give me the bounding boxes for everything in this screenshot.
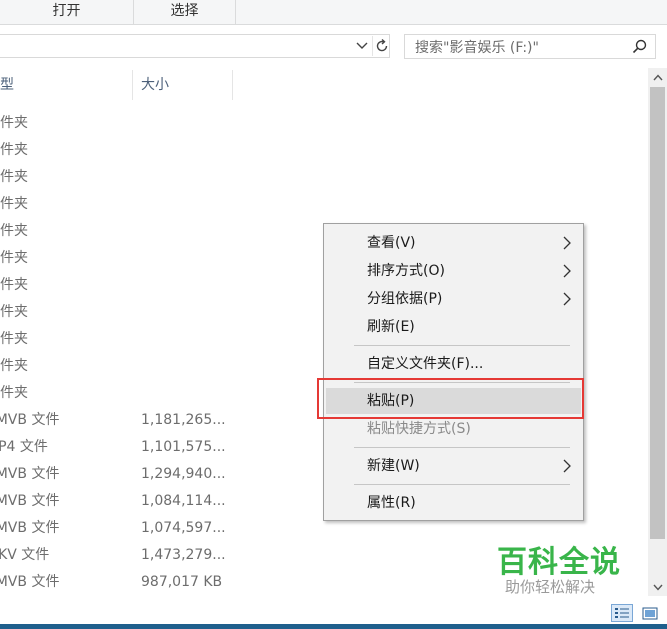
file-type: MKV 文件: [0, 547, 50, 563]
file-row[interactable]: 文件夹: [0, 110, 640, 137]
chevron-right-icon: [563, 459, 571, 473]
menu-item-label: 查看(V): [367, 235, 416, 251]
scroll-up-button[interactable]: [648, 68, 667, 86]
file-size: 1,473,279...: [141, 547, 226, 563]
ribbon-select-group[interactable]: 选择: [134, 0, 236, 24]
file-type: RMVB 文件: [0, 466, 60, 482]
menu-item-properties[interactable]: 属性(R): [326, 490, 581, 516]
address-bar[interactable]: [0, 34, 390, 58]
column-size-label: 大小: [141, 77, 169, 93]
large-icons-view-icon: [642, 607, 658, 619]
menu-separator: [354, 447, 570, 448]
menu-separator: [354, 484, 570, 485]
file-type: RMVB 文件: [0, 412, 60, 428]
chevron-up-icon: [652, 73, 663, 80]
menu-item-sort[interactable]: 排序方式(O): [326, 258, 581, 284]
file-type: 文件夹: [0, 385, 28, 401]
menu-separator: [354, 345, 570, 346]
chevron-right-icon: [563, 292, 571, 306]
file-size: 987,017 KB: [141, 574, 223, 590]
file-row[interactable]: 文件夹: [0, 191, 640, 218]
file-size: 1,074,597...: [141, 520, 226, 536]
ribbon-open-label: 打开: [52, 3, 81, 19]
menu-item-label: 自定义文件夹(F)...: [367, 356, 484, 372]
file-type: 文件夹: [0, 223, 28, 239]
context-menu: 查看(V) 排序方式(O) 分组依据(P) 刷新(E) 自定义文件夹(F)...…: [323, 223, 584, 521]
file-type: 文件夹: [0, 358, 28, 374]
menu-item-label: 分组依据(P): [367, 291, 443, 307]
menu-item-label: 属性(R): [367, 495, 416, 511]
file-size: 1,101,575...: [141, 439, 226, 455]
file-type: 文件夹: [0, 277, 28, 293]
chevron-down-icon: [652, 584, 663, 591]
scroll-thumb[interactable]: [650, 87, 665, 539]
menu-item-paste-shortcut[interactable]: 粘贴快捷方式(S): [326, 416, 581, 442]
chevron-down-icon: [356, 42, 368, 49]
large-icons-view-button[interactable]: [640, 604, 660, 622]
address-history-button[interactable]: [354, 36, 370, 56]
status-bar: [0, 600, 667, 624]
file-size: 1,084,114...: [141, 493, 226, 509]
file-type: RMVB 文件: [0, 520, 60, 536]
refresh-icon: [376, 38, 388, 52]
ribbon-open-group[interactable]: 打开: [0, 0, 134, 24]
details-view-button[interactable]: [611, 604, 633, 622]
chevron-right-icon: [563, 264, 571, 278]
column-header-size[interactable]: 大小: [141, 70, 169, 100]
menu-item-refresh[interactable]: 刷新(E): [326, 314, 581, 340]
menu-item-customize-folder[interactable]: 自定义文件夹(F)...: [326, 351, 581, 377]
file-row[interactable]: 文件夹: [0, 164, 640, 191]
ribbon-select-label: 选择: [170, 3, 199, 19]
refresh-button[interactable]: [372, 36, 391, 56]
file-type: 文件夹: [0, 331, 28, 347]
menu-item-label: 新建(W): [367, 458, 420, 474]
menu-item-new[interactable]: 新建(W): [326, 453, 581, 479]
file-type: 文件夹: [0, 196, 28, 212]
watermark-subtitle: 助你轻松解决: [505, 578, 596, 596]
file-type: RMVB 文件: [0, 493, 60, 509]
ribbon: 打开 选择: [0, 0, 667, 25]
search-placeholder: 搜索"影音娱乐 (F:)": [415, 40, 539, 56]
annotation-highlight-box: [317, 378, 584, 419]
menu-item-view[interactable]: 查看(V): [326, 230, 581, 256]
file-size: 1,294,940...: [141, 466, 226, 482]
file-size: 1,181,265...: [141, 412, 226, 428]
column-divider[interactable]: [132, 70, 133, 100]
file-type: 文件夹: [0, 250, 28, 266]
file-type: 文件夹: [0, 115, 28, 131]
search-icon: [632, 39, 647, 54]
file-type: MP4 文件: [0, 439, 48, 455]
search-input[interactable]: 搜索"影音娱乐 (F:)": [404, 34, 656, 59]
vertical-scrollbar[interactable]: [648, 68, 667, 596]
watermark-title: 百科全说: [497, 545, 621, 580]
file-type: 文件夹: [0, 169, 28, 185]
column-header-type[interactable]: 类型: [0, 70, 14, 100]
file-row[interactable]: 文件夹: [0, 137, 640, 164]
column-divider[interactable]: [232, 70, 233, 100]
scroll-down-button[interactable]: [648, 578, 667, 596]
menu-item-label: 排序方式(O): [367, 263, 445, 279]
file-type: RMVB 文件: [0, 574, 60, 590]
menu-item-group[interactable]: 分组依据(P): [326, 286, 581, 312]
menu-item-label: 刷新(E): [367, 319, 415, 335]
file-type: 文件夹: [0, 142, 28, 158]
window-bottom-border: [0, 624, 667, 629]
menu-item-label: 粘贴快捷方式(S): [367, 421, 471, 437]
chevron-right-icon: [563, 236, 571, 250]
column-type-label: 类型: [0, 77, 14, 93]
file-type: 文件夹: [0, 304, 28, 320]
details-view-icon: [615, 608, 629, 618]
